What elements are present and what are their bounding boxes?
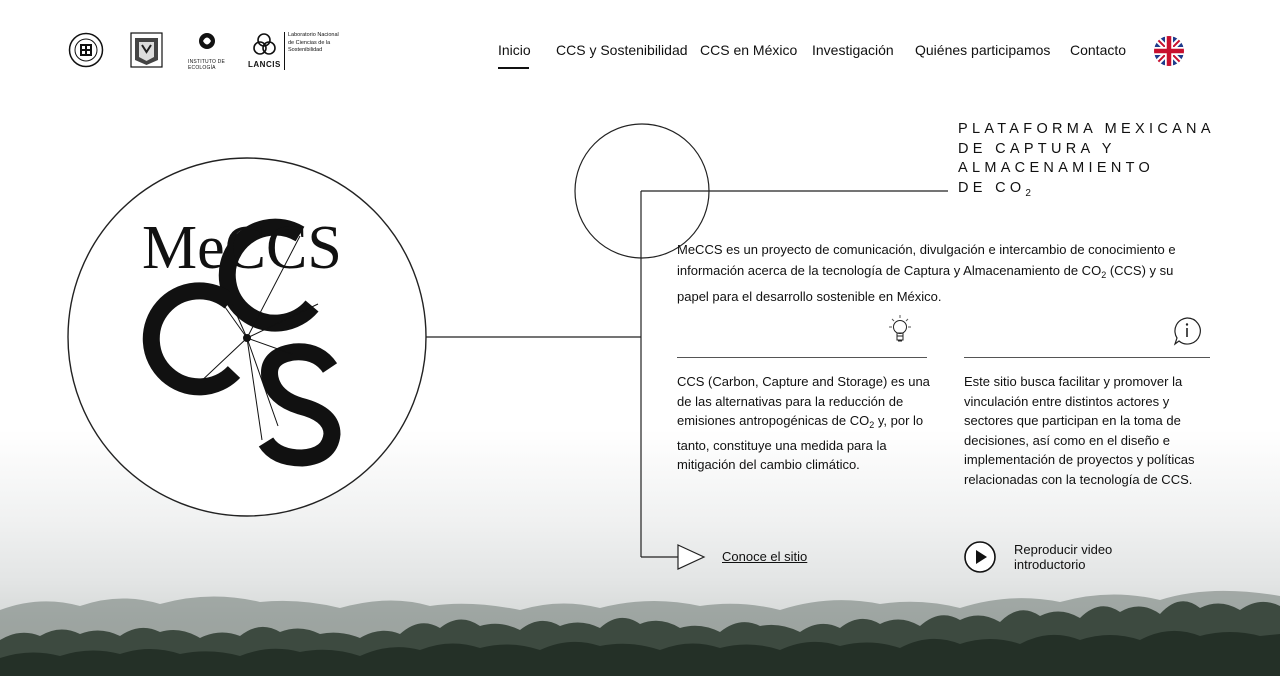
logo-me-text: MeCCS bbox=[142, 214, 342, 282]
hero-graphic: MeCCS bbox=[67, 123, 948, 558]
play-video-link[interactable]: Reproducir video introductorio bbox=[1014, 542, 1144, 572]
separator-right bbox=[964, 357, 1210, 358]
title-line-3: ALMACENAMIENTO bbox=[958, 160, 1155, 176]
arrow-right-icon[interactable] bbox=[676, 543, 706, 571]
title-line-4: DE CO2 bbox=[958, 179, 1031, 199]
title-line-2: DE CAPTURA Y bbox=[958, 140, 1116, 157]
play-icon[interactable] bbox=[964, 541, 996, 573]
conoce-el-sitio-link[interactable]: Conoce el sitio bbox=[722, 549, 807, 564]
info-icon bbox=[1173, 317, 1201, 346]
ccs-description: CCS (Carbon, Capture and Storage) es una… bbox=[677, 374, 930, 472]
lightbulb-icon bbox=[889, 315, 911, 342]
platform-title: PLATAFORMA MEXICANA DE CAPTURA Y ALMACEN… bbox=[958, 120, 1215, 203]
title-line-1: PLATAFORMA MEXICANA bbox=[958, 121, 1215, 137]
separator-left bbox=[677, 357, 927, 358]
intro-paragraph: MeCCS es un proyecto de comunicación, di… bbox=[677, 242, 1176, 304]
site-purpose-description: Este sitio busca facilitar y promover la… bbox=[964, 374, 1195, 487]
